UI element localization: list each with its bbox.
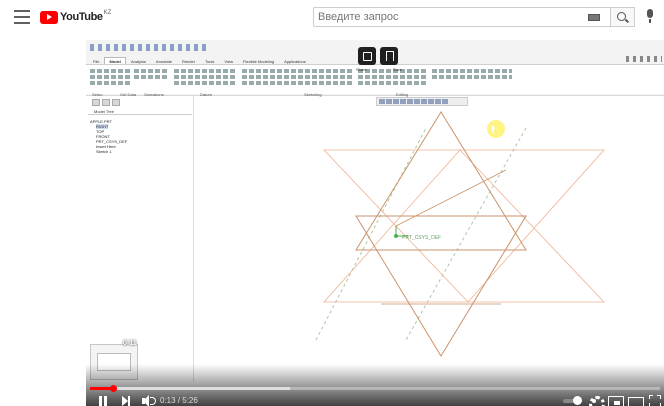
- csys-label: PRT_CSYS_DEF: [402, 235, 441, 241]
- autoplay-toggle[interactable]: [563, 395, 582, 406]
- search-button[interactable]: [611, 7, 635, 27]
- next-video-button[interactable]: [122, 395, 132, 406]
- tree-toolbar: [92, 99, 120, 106]
- mouse-cursor-icon: [492, 125, 495, 134]
- search-input[interactable]: [314, 11, 564, 23]
- pause-button[interactable]: [98, 395, 108, 406]
- sketch-line: [395, 169, 507, 227]
- cad-quick-access-toolbar: [90, 44, 210, 51]
- ribbon-group-label: Sketching: [304, 92, 322, 97]
- datum-plane: [323, 149, 605, 303]
- settings-gear-icon[interactable]: [588, 395, 605, 406]
- volume-icon[interactable]: [142, 395, 156, 406]
- graphics-view-toolbar: [376, 97, 468, 106]
- video-frame[interactable]: File Model Analysis Annotate Render Tools View…: [86, 34, 664, 406]
- datum-axis-line: [315, 127, 427, 341]
- model-tree-panel: Model Tree APPLE.PRT RIGHT TOP FRONT PRT_CSY…: [86, 96, 194, 382]
- cad-window-controls: [626, 56, 662, 62]
- microphone-icon[interactable]: [646, 9, 654, 23]
- youtube-play-icon: [40, 10, 58, 24]
- share-label: Share: [356, 67, 367, 72]
- save-label: Save: [392, 67, 402, 72]
- fullscreen-icon[interactable]: [649, 395, 661, 406]
- search-box[interactable]: [313, 7, 611, 27]
- scrubber-handle[interactable]: [109, 385, 117, 392]
- tree-header: Model Tree: [88, 109, 192, 115]
- youtube-logo[interactable]: YouTube KZ: [40, 10, 111, 24]
- datum-axis-line: [405, 127, 527, 341]
- datum-plane: [323, 149, 605, 303]
- seek-preview-time: 0:11: [123, 340, 137, 347]
- miniplayer-icon[interactable]: [608, 395, 624, 406]
- time-display: 0:13 / 5:26: [160, 396, 198, 405]
- progress-bar[interactable]: [90, 385, 660, 392]
- logo-text: YouTube: [60, 11, 103, 23]
- save-to-playlist-icon[interactable]: [380, 47, 398, 65]
- top-header: YouTube KZ: [0, 0, 664, 34]
- cad-graphics-area: PRT_CSYS_DEF: [315, 111, 605, 357]
- share-icon[interactable]: [358, 47, 376, 65]
- cursor-highlight: [487, 120, 505, 138]
- region-code: KZ: [103, 10, 112, 16]
- tree-item[interactable]: Sketch 1: [96, 149, 112, 154]
- video-player[interactable]: File Model Analysis Annotate Render Tools View…: [86, 34, 664, 406]
- keyboard-icon[interactable]: [588, 14, 600, 21]
- progress-buffered: [90, 387, 290, 390]
- ribbon-group-label: Datum: [200, 92, 212, 97]
- hamburger-menu-icon[interactable]: [14, 10, 30, 24]
- tree-header-label: Model Tree: [94, 109, 115, 114]
- theater-mode-icon[interactable]: [628, 395, 644, 406]
